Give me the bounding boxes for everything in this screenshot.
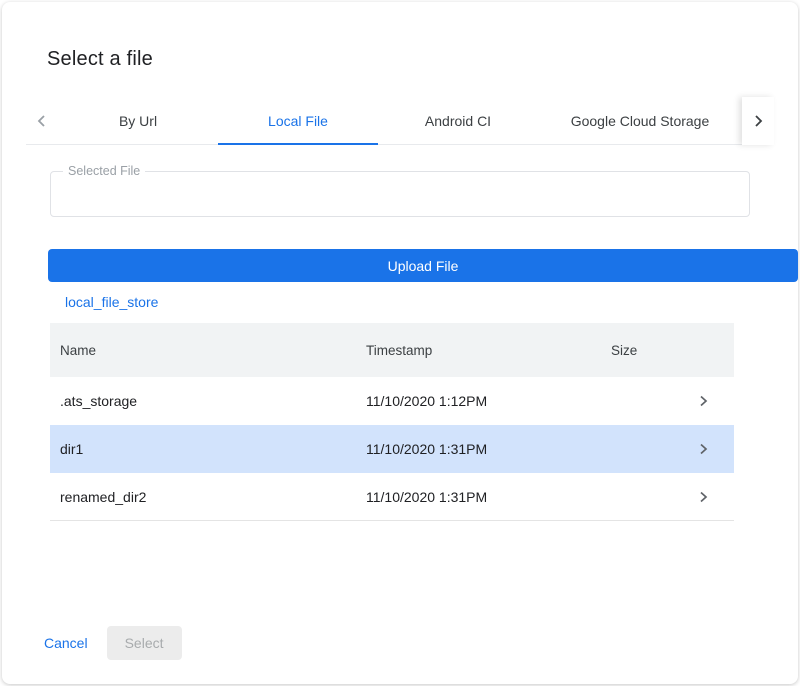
tabs-next-button[interactable] <box>742 97 774 145</box>
cell-timestamp: 11/10/2020 1:12PM <box>362 393 607 409</box>
tab-label: By Url <box>119 113 157 129</box>
table-header-row: Name Timestamp Size <box>50 323 734 377</box>
tab-android-ci[interactable]: Android CI <box>378 97 538 144</box>
dialog-footer: Cancel Select <box>2 626 798 684</box>
dialog-title: Select a file <box>47 48 798 71</box>
file-table: Name Timestamp Size .ats_storage 11/10/2… <box>50 323 734 521</box>
table-row-dir1[interactable]: dir1 11/10/2020 1:31PM <box>50 425 734 473</box>
cancel-button[interactable]: Cancel <box>44 627 88 659</box>
chevron-right-icon <box>698 395 709 407</box>
column-header-name: Name <box>50 343 362 358</box>
cell-name: .ats_storage <box>50 393 362 409</box>
tab-label: Android CI <box>425 113 491 129</box>
breadcrumb-local-file-store[interactable]: local_file_store <box>65 294 798 310</box>
selected-file-input[interactable] <box>51 172 749 216</box>
column-header-size: Size <box>607 343 687 358</box>
table-row-renamed-dir2[interactable]: renamed_dir2 11/10/2020 1:31PM <box>50 473 734 521</box>
cell-timestamp: 11/10/2020 1:31PM <box>362 441 607 457</box>
cell-name: renamed_dir2 <box>50 489 362 505</box>
tab-bar: By Url Local File Android CI Google Clou… <box>26 97 774 145</box>
row-expand-button[interactable] <box>687 395 734 407</box>
table-row-ats-storage[interactable]: .ats_storage 11/10/2020 1:12PM <box>50 377 734 425</box>
tab-google-cloud-storage[interactable]: Google Cloud Storage <box>538 97 742 144</box>
selected-file-label: Selected File <box>63 164 145 179</box>
chevron-right-icon <box>698 491 709 503</box>
tab-list: By Url Local File Android CI Google Clou… <box>58 97 742 145</box>
cell-name: dir1 <box>50 441 362 457</box>
chevron-right-icon <box>752 114 764 128</box>
tab-label: Google Cloud Storage <box>571 113 710 129</box>
tab-label: Local File <box>268 113 328 129</box>
row-expand-button[interactable] <box>687 443 734 455</box>
tab-local-file[interactable]: Local File <box>218 97 378 144</box>
chevron-left-icon <box>36 114 48 128</box>
select-button[interactable]: Select <box>107 626 182 660</box>
tab-by-url[interactable]: By Url <box>58 97 218 144</box>
column-header-timestamp: Timestamp <box>362 343 607 358</box>
selected-file-field: Selected File <box>50 171 750 217</box>
select-file-dialog: Select a file By Url Local File Android … <box>2 2 798 684</box>
chevron-right-icon <box>698 443 709 455</box>
row-expand-button[interactable] <box>687 491 734 503</box>
tabs-prev-button[interactable] <box>26 97 58 145</box>
cell-timestamp: 11/10/2020 1:31PM <box>362 489 607 505</box>
upload-file-button[interactable]: Upload File <box>48 249 798 282</box>
